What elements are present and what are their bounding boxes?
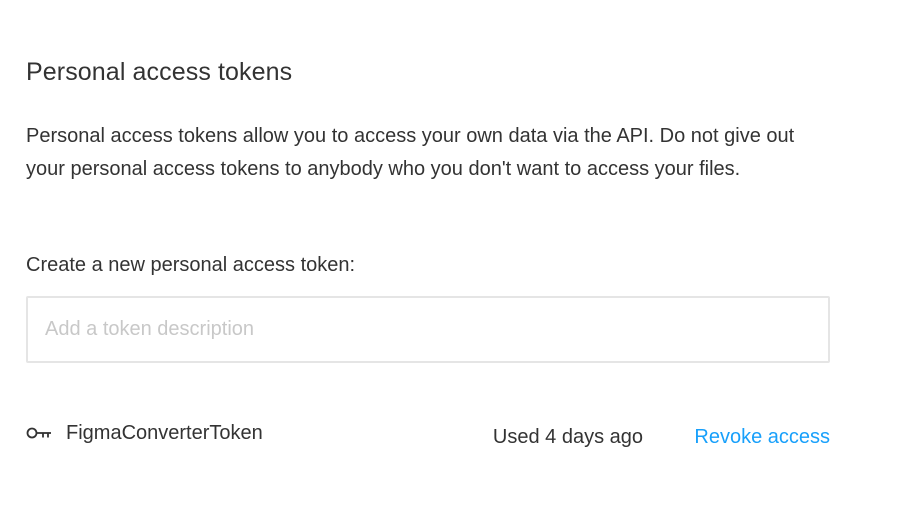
revoke-access-link[interactable]: Revoke access: [694, 422, 830, 452]
token-last-used: Used 4 days ago: [492, 426, 643, 448]
section-description: Personal access tokens allow you to acce…: [26, 125, 795, 180]
create-token-label: Create a new personal access token:: [26, 254, 356, 276]
page-title: Personal access tokens: [26, 58, 293, 86]
token-row: FigmaConverterToken Used 4 days ago Revo…: [26, 418, 830, 454]
token-description-input[interactable]: [26, 296, 830, 363]
token-name: FigmaConverterToken: [66, 422, 263, 444]
